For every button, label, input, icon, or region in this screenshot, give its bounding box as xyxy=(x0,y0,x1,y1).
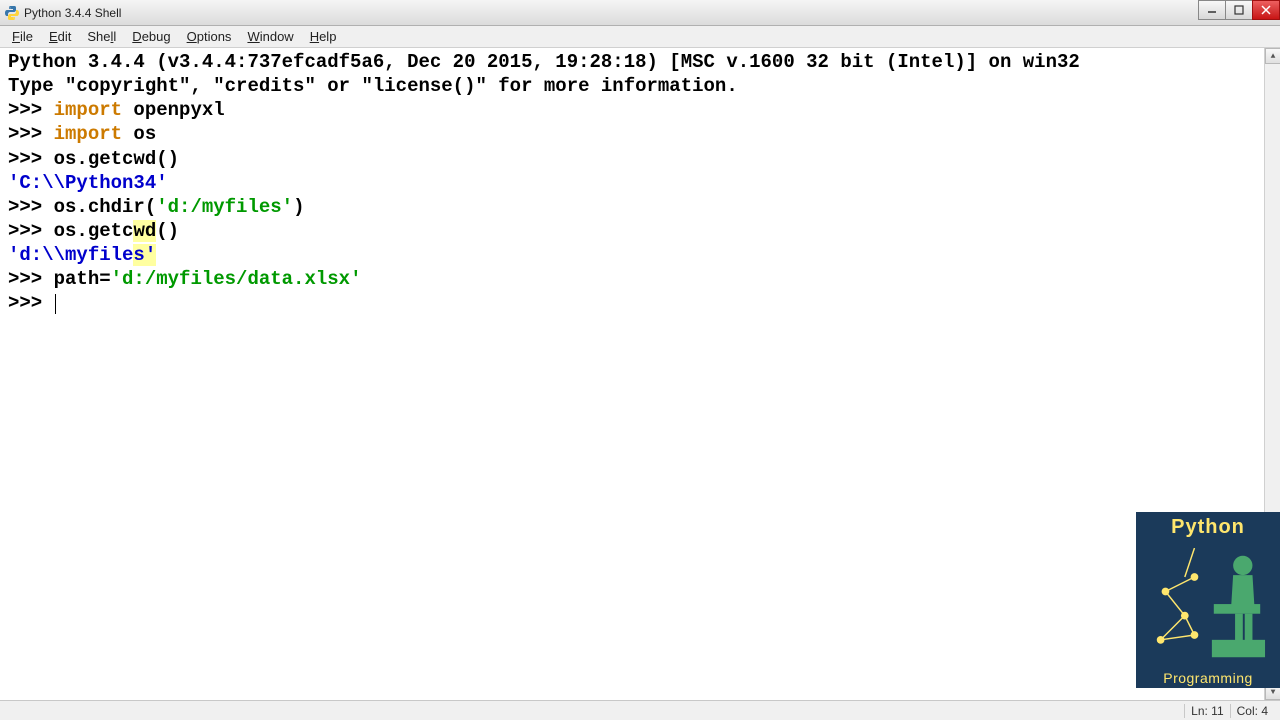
menu-file[interactable]: File xyxy=(4,27,41,46)
titlebar: Python 3.4.4 Shell xyxy=(0,0,1280,26)
banner-line-1: Python 3.4.4 (v3.4.4:737efcadf5a6, Dec 2… xyxy=(8,51,1080,73)
close-button[interactable] xyxy=(1252,0,1280,20)
menu-window[interactable]: Window xyxy=(239,27,301,46)
scroll-up-button[interactable]: ▲ xyxy=(1265,48,1280,64)
prompt: >>> xyxy=(8,196,54,218)
shell-text[interactable]: Python 3.4.4 (v3.4.4:737efcadf5a6, Dec 2… xyxy=(0,48,1264,317)
code-text: os.chdir( xyxy=(54,196,157,218)
output-text: 'C:\\Python34' xyxy=(8,172,168,194)
prompt: >>> xyxy=(8,148,54,170)
menu-debug[interactable]: Debug xyxy=(124,27,178,46)
python-programming-logo: Python Programming xyxy=(1136,512,1280,688)
menu-help[interactable]: Help xyxy=(302,27,345,46)
keyword-import: import xyxy=(54,123,122,145)
banner-line-2: Type "copyright", "credits" or "license(… xyxy=(8,75,738,97)
prompt: >>> xyxy=(8,220,54,242)
logo-text-top: Python xyxy=(1136,512,1280,539)
python-icon xyxy=(4,5,20,21)
string-literal: 'd:/myfiles' xyxy=(156,196,293,218)
string-literal: 'd:/myfiles/data.xlsx' xyxy=(111,268,362,290)
minimize-button[interactable] xyxy=(1198,0,1226,20)
logo-text-bottom: Programming xyxy=(1136,670,1280,686)
menu-edit[interactable]: Edit xyxy=(41,27,79,46)
logo-graphic xyxy=(1144,548,1272,664)
status-line: Ln: 11 xyxy=(1184,704,1229,718)
code-text: openpyxl xyxy=(122,99,225,121)
statusbar: Ln: 11 Col: 4 xyxy=(0,700,1280,720)
prompt: >>> xyxy=(8,99,54,121)
code-text: path= xyxy=(54,268,111,290)
text-cursor xyxy=(55,294,56,314)
window-title: Python 3.4.4 Shell xyxy=(24,6,121,20)
prompt: >>> xyxy=(8,123,54,145)
code-text: os xyxy=(122,123,156,145)
menu-shell[interactable]: Shell xyxy=(79,27,124,46)
output-text: 'd:\\myfile xyxy=(8,244,133,266)
keyword-import: import xyxy=(54,99,122,121)
highlighted-text: wd xyxy=(133,220,156,242)
highlighted-text: s' xyxy=(133,244,156,266)
menu-options[interactable]: Options xyxy=(179,27,240,46)
code-text: os.getcwd() xyxy=(54,148,179,170)
code-text: ) xyxy=(293,196,304,218)
code-text: () xyxy=(156,220,179,242)
prompt: >>> xyxy=(8,268,54,290)
window-controls xyxy=(1199,0,1280,20)
status-col: Col: 4 xyxy=(1230,704,1274,718)
code-text: os.getc xyxy=(54,220,134,242)
shell-content-area[interactable]: Python 3.4.4 (v3.4.4:737efcadf5a6, Dec 2… xyxy=(0,48,1264,700)
maximize-button[interactable] xyxy=(1225,0,1253,20)
menubar: File Edit Shell Debug Options Window Hel… xyxy=(0,26,1280,48)
prompt: >>> xyxy=(8,292,54,314)
